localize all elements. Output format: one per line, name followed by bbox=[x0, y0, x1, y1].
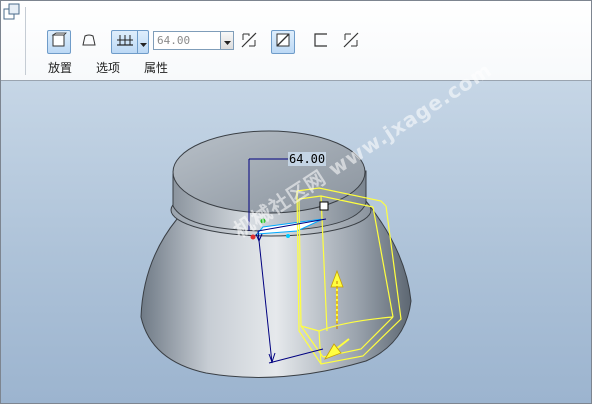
tab-properties[interactable]: 属性 bbox=[144, 59, 168, 76]
dropdown-arrow-icon bbox=[139, 33, 147, 52]
part-model[interactable] bbox=[140, 130, 412, 378]
surface-icon bbox=[81, 32, 97, 52]
flip-thicken-direction-button[interactable] bbox=[339, 30, 363, 54]
depth-value-input[interactable]: 64.00 bbox=[153, 31, 221, 50]
surface-toggle-button[interactable] bbox=[77, 30, 101, 54]
feature-icon bbox=[3, 3, 21, 25]
dropdown-arrow-icon bbox=[223, 31, 231, 50]
thicken-icon bbox=[313, 32, 329, 52]
separator bbox=[25, 7, 26, 75]
depth-option-dropdown[interactable] bbox=[138, 30, 149, 54]
window-frame: 64.00 放置 选项 属性 64.00 机械社区网 www.jxage.com bbox=[0, 0, 592, 404]
thicken-sketch-button[interactable] bbox=[309, 30, 333, 54]
feature-dashboard: 64.00 放置 选项 属性 bbox=[1, 1, 591, 81]
depth-drag-handle[interactable] bbox=[319, 201, 329, 211]
remove-material-button[interactable] bbox=[271, 30, 295, 54]
blind-depth-icon bbox=[115, 32, 135, 52]
flip-direction-icon bbox=[240, 31, 258, 53]
solid-icon bbox=[51, 32, 67, 52]
tab-placement[interactable]: 放置 bbox=[48, 59, 72, 76]
tab-options[interactable]: 选项 bbox=[96, 59, 120, 76]
flip-direction-icon bbox=[342, 31, 360, 53]
depth-value-dropdown[interactable] bbox=[221, 31, 234, 50]
remove-material-icon bbox=[275, 32, 291, 52]
solid-toggle-button[interactable] bbox=[47, 30, 71, 54]
graphics-viewport[interactable]: 64.00 机械社区网 www.jxage.com bbox=[1, 57, 591, 403]
depth-option-button[interactable] bbox=[111, 30, 138, 54]
flip-depth-direction-button[interactable] bbox=[237, 30, 261, 54]
